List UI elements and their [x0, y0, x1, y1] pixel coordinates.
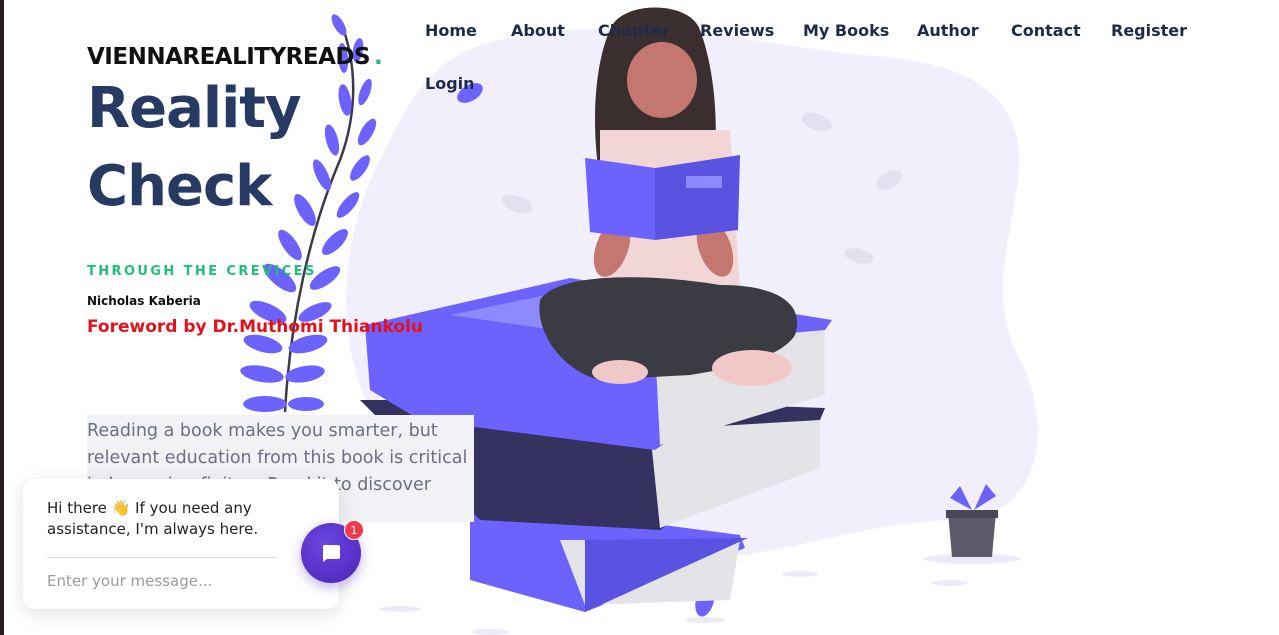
nav-register[interactable]: Register [1111, 21, 1187, 40]
chat-divider [47, 557, 277, 558]
brand-logo[interactable]: VIENNAREALITYREADS. [87, 44, 383, 70]
nav-author[interactable]: Author [917, 21, 979, 40]
nav-login[interactable]: Login [425, 74, 475, 93]
brand-name: VIENNAREALITYREADS [87, 44, 371, 70]
brand-dot: . [374, 44, 383, 70]
nav-home[interactable]: Home [425, 21, 477, 40]
nav-my-books[interactable]: My Books [803, 21, 889, 40]
nav-chapter[interactable]: Chapter [598, 21, 670, 40]
nav-contact[interactable]: Contact [1011, 21, 1081, 40]
chat-popup: Hi there 👋 If you need any assistance, I… [23, 479, 339, 609]
hero-title: Reality Check [87, 70, 302, 226]
foreword-text: Foreword by Dr.Muthomi Thiankolu [87, 317, 424, 337]
hero-tagline: THROUGH THE CREVICES [87, 264, 317, 279]
nav-about[interactable]: About [511, 21, 565, 40]
chat-message-input[interactable] [47, 569, 287, 593]
author-name: Nicholas Kaberia [87, 294, 201, 308]
chat-greeting: Hi there 👋 If you need any assistance, I… [47, 499, 259, 538]
chat-unread-badge: 1 [344, 520, 364, 540]
hero-title-line2: Check [87, 154, 272, 219]
chat-bubble-icon [322, 545, 340, 562]
nav-reviews[interactable]: Reviews [700, 21, 774, 40]
hero-title-line1: Reality [87, 76, 302, 141]
